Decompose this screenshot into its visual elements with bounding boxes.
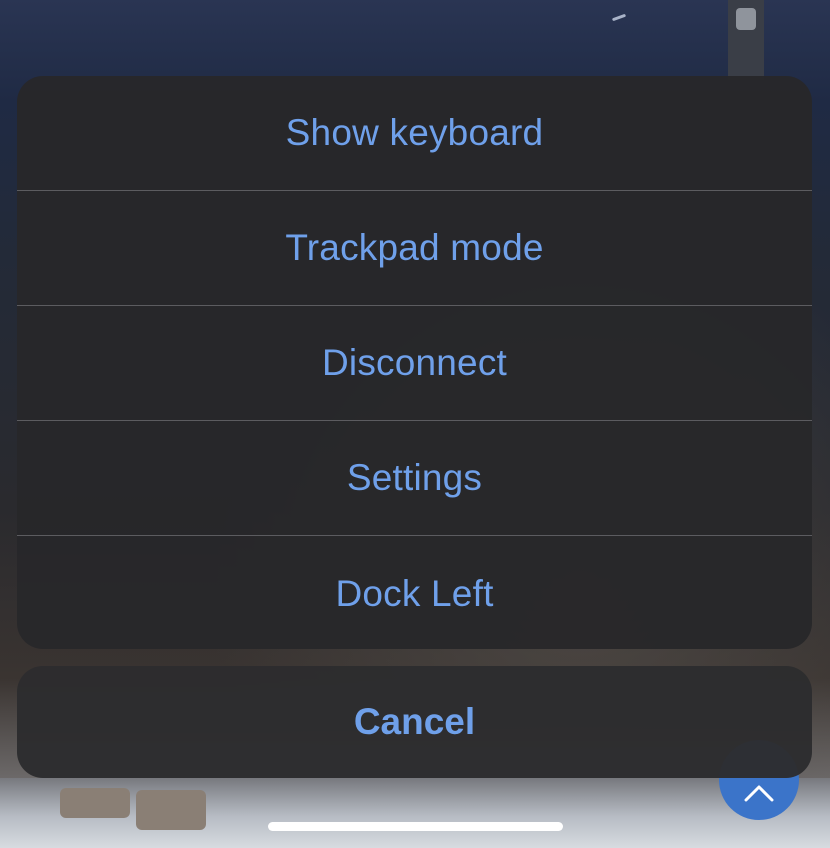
dock-left-button[interactable]: Dock Left — [17, 536, 812, 649]
settings-button[interactable]: Settings — [17, 421, 812, 536]
cancel-button[interactable]: Cancel — [17, 666, 812, 778]
trackpad-mode-button[interactable]: Trackpad mode — [17, 191, 812, 306]
app-screen: Show keyboard Trackpad mode Disconnect S… — [0, 0, 830, 848]
background-bench — [136, 790, 206, 830]
show-keyboard-button[interactable]: Show keyboard — [17, 76, 812, 191]
action-sheet: Show keyboard Trackpad mode Disconnect S… — [17, 76, 812, 649]
background-bench — [60, 788, 130, 818]
chevron-up-icon — [744, 784, 774, 802]
background-chimney-cap — [736, 8, 756, 30]
home-indicator[interactable] — [268, 822, 563, 831]
disconnect-button[interactable]: Disconnect — [17, 306, 812, 421]
